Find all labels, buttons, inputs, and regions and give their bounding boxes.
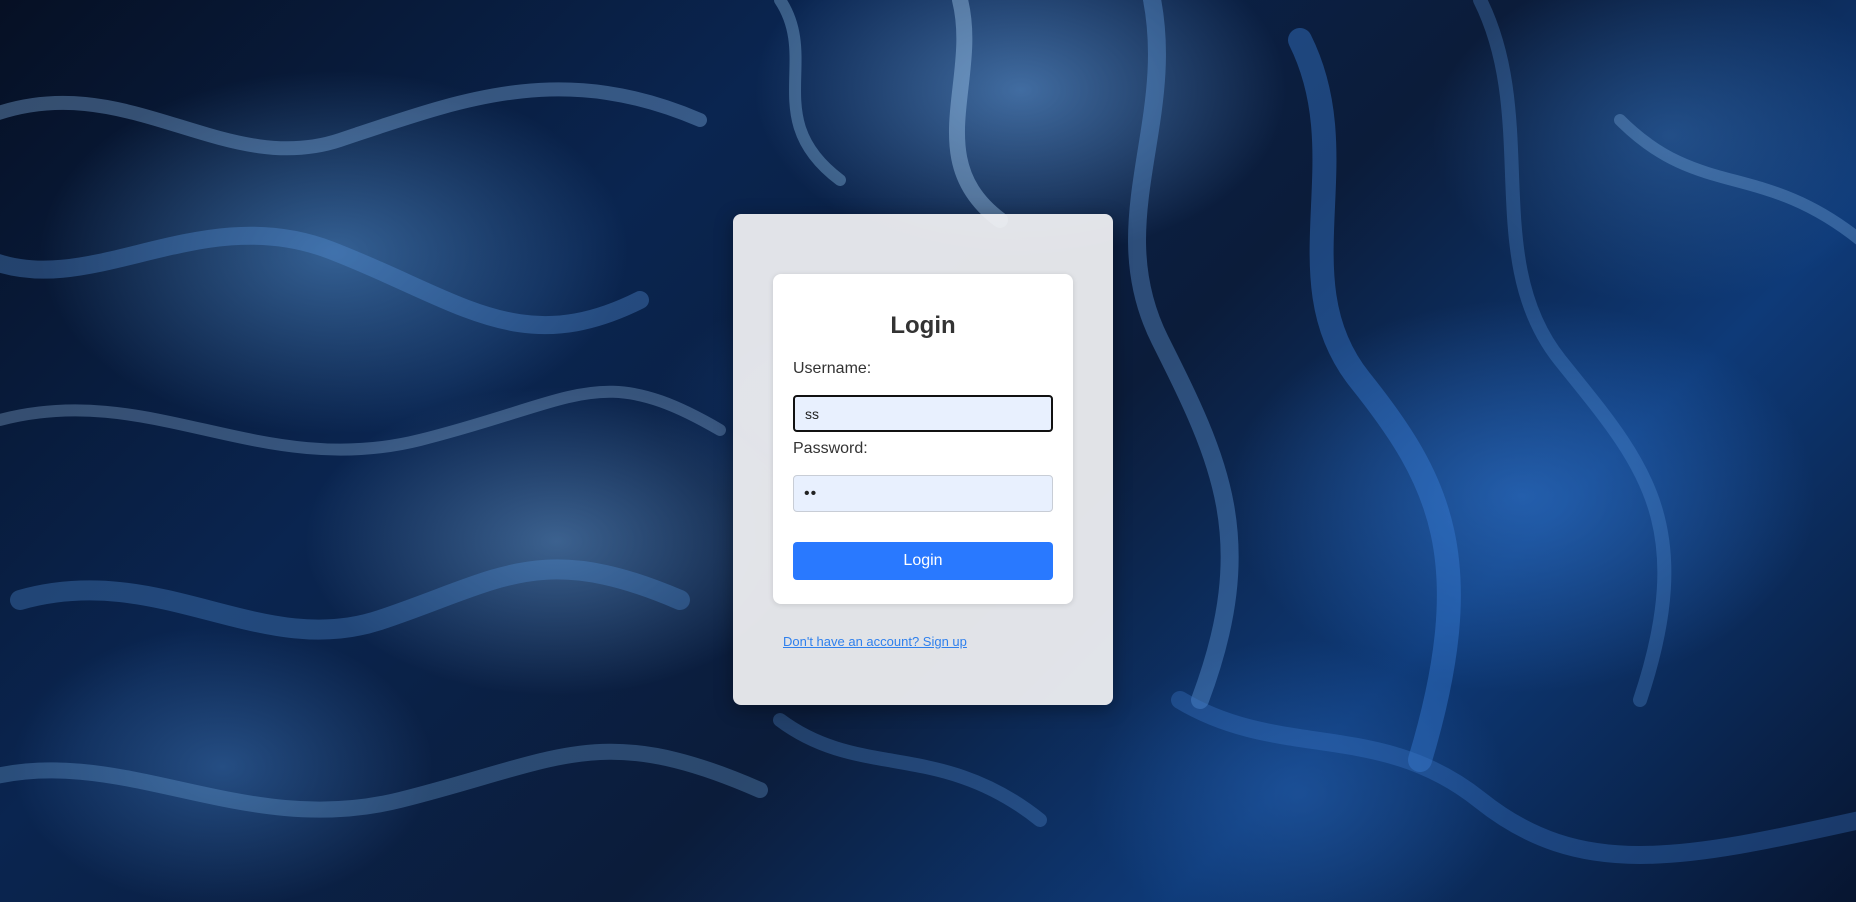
password-input[interactable]	[793, 475, 1053, 512]
login-button[interactable]: Login	[793, 542, 1053, 580]
signup-link[interactable]: Don't have an account? Sign up	[783, 634, 967, 649]
username-input[interactable]	[793, 395, 1053, 432]
username-label: Username:	[793, 360, 872, 377]
login-card: Login Username: Password: Login	[773, 274, 1073, 604]
login-panel: Login Username: Password: Login Don't ha…	[733, 214, 1113, 705]
password-label: Password:	[793, 440, 868, 457]
login-title: Login	[890, 312, 956, 339]
